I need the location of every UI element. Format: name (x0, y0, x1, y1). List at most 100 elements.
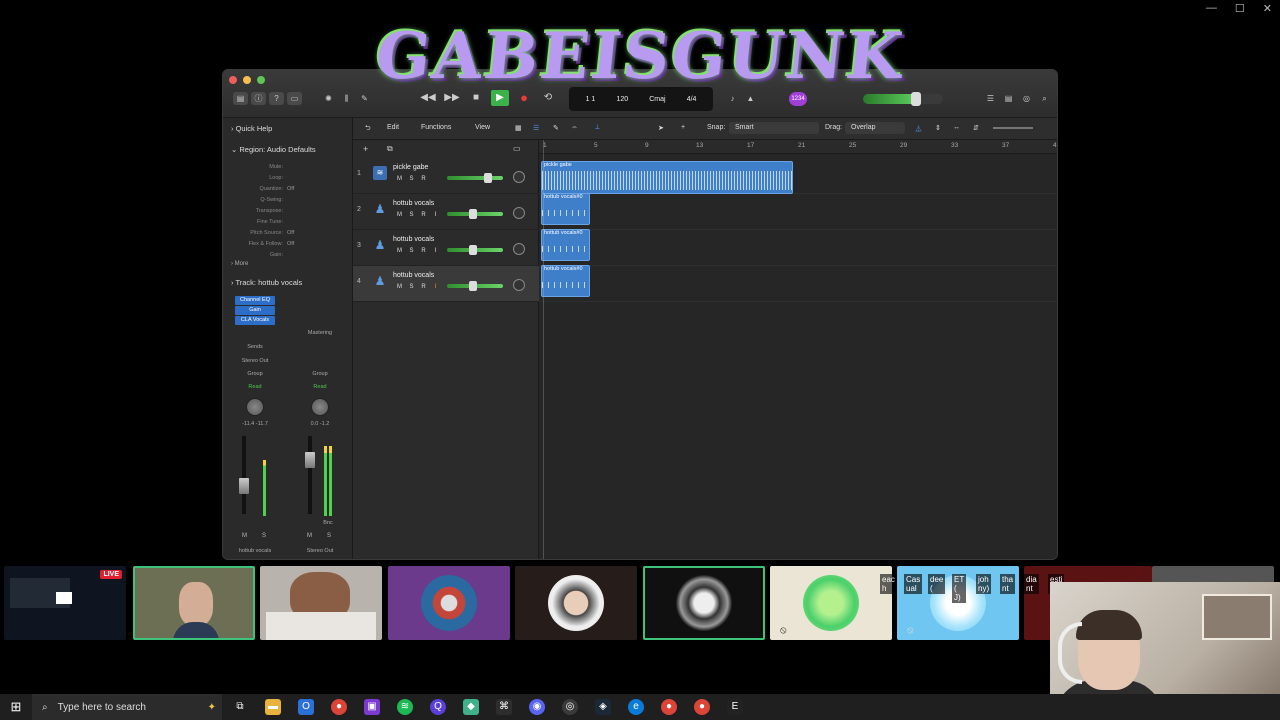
participant-tile[interactable] (388, 566, 510, 640)
count-in-badge[interactable]: 1234 (789, 92, 807, 106)
track-solo-button[interactable]: S (407, 212, 416, 218)
notepad-icon[interactable]: ▤ (1001, 92, 1016, 105)
outlook-icon[interactable]: O (298, 699, 314, 715)
add-track-icon[interactable]: + (363, 144, 368, 154)
close-dot[interactable] (229, 76, 237, 84)
minimize-dot[interactable] (243, 76, 251, 84)
fader-right[interactable] (305, 452, 315, 468)
file-explorer-icon[interactable]: ▬ (265, 699, 281, 715)
arrange-area[interactable]: 1591317212529333741 pickle gabehottub vo… (539, 140, 1057, 559)
participant-tile[interactable] (260, 566, 382, 640)
steam-icon[interactable]: ◈ (595, 699, 611, 715)
edit-menu[interactable]: Edit (387, 124, 399, 131)
vocal-track-icon[interactable]: ♟ (373, 238, 387, 252)
windows-start-icon[interactable]: ⊞ (0, 694, 32, 720)
library-icon[interactable]: ▤ (233, 92, 248, 105)
quick-help-icon[interactable]: ? (269, 92, 284, 105)
vocal-region[interactable]: hottub vocals#0 (541, 193, 590, 225)
group-slot-left[interactable]: Group (235, 371, 275, 377)
vocal-region[interactable]: hottub vocals#0 (541, 229, 590, 261)
master-volume-slider[interactable] (863, 92, 943, 106)
vocal-track-icon[interactable]: ♟ (373, 202, 387, 216)
track-input-button[interactable]: I (431, 212, 440, 218)
plugin-slot[interactable]: Gain (235, 306, 275, 315)
lcd-display[interactable]: 1 1 120 Cmaj 4/4 (569, 87, 713, 111)
quick-help-row[interactable]: › Quick Help (231, 124, 272, 133)
duplicate-track-icon[interactable]: ⧉ (387, 144, 393, 154)
drag-select[interactable]: Overlap (845, 122, 905, 134)
region-param-row[interactable]: Flex & Follow: Off (223, 239, 353, 250)
track-name[interactable]: hottub vocals (393, 200, 434, 207)
close-button[interactable]: ✕ (1263, 2, 1272, 15)
snap-select[interactable]: Smart (729, 122, 819, 134)
mute-button-right[interactable]: M (307, 533, 312, 539)
back-icon[interactable]: ⮌ (365, 124, 371, 135)
volume-knob[interactable] (468, 281, 477, 291)
stop-icon[interactable]: ■ (467, 90, 485, 106)
inspector-icon[interactable]: ⓘ (251, 92, 266, 105)
play-icon[interactable]: ▶ (491, 90, 509, 106)
participant-tile[interactable]: ⦸ (770, 566, 892, 640)
audio-track-icon[interactable]: ≋ (373, 166, 387, 180)
browser-icon[interactable]: ⌕ (1037, 92, 1052, 105)
cross-tool-icon[interactable]: + (681, 124, 685, 131)
vertical-zoom-icon[interactable]: ⇕ (935, 124, 941, 132)
horizontal-zoom-icon[interactable]: ↔ (953, 124, 960, 131)
track-record-button[interactable]: R (419, 284, 428, 290)
fader-left[interactable] (239, 478, 249, 494)
track-pan-knob[interactable] (513, 207, 525, 219)
zoom-slider[interactable] (993, 127, 1033, 129)
track-record-button[interactable]: R (419, 176, 428, 182)
maximize-button[interactable]: ☐ (1235, 2, 1245, 15)
track-mute-button[interactable]: M (395, 176, 404, 182)
twitch-icon[interactable]: ▣ (364, 699, 380, 715)
grid-view-icon[interactable]: ▦ (515, 124, 522, 132)
pencil-tool-icon[interactable]: ✎ (553, 124, 559, 132)
track-header[interactable]: 1 ≋ pickle gabe M S R (353, 158, 539, 194)
cycle-icon[interactable]: ⟲ (539, 90, 557, 106)
audio-region[interactable]: pickle gabe (541, 161, 793, 194)
plugin-slot[interactable]: Channel EQ (235, 296, 275, 305)
track-header[interactable]: 2 ♟ hottub vocals M S R I (353, 194, 539, 230)
track-volume-slider[interactable] (447, 209, 503, 219)
metronome-icon[interactable]: ▲ (743, 92, 758, 105)
participant-tile[interactable] (133, 566, 255, 640)
track-solo-button[interactable]: S (407, 284, 416, 290)
functions-menu[interactable]: Functions (421, 124, 451, 131)
track-mute-button[interactable]: M (395, 248, 404, 254)
track-mute-button[interactable]: M (395, 212, 404, 218)
track-header[interactable]: 4 ♟ hottub vocals M S R I (353, 266, 539, 302)
chrome-icon[interactable]: ● (331, 699, 347, 715)
pointer-tool-icon[interactable]: ➤ (658, 124, 664, 132)
track-name[interactable]: hottub vocals (393, 272, 434, 279)
bounce-button[interactable]: Bnc (308, 520, 348, 526)
participant-tile[interactable] (515, 566, 637, 640)
track-volume-slider[interactable] (447, 173, 503, 183)
fit-icon[interactable]: ⇵ (973, 124, 979, 132)
track-name[interactable]: hottub vocals (393, 236, 434, 243)
spotify-icon[interactable]: ≋ (397, 699, 413, 715)
list-view-icon[interactable]: ☰ (533, 124, 539, 132)
track-solo-button[interactable]: S (407, 248, 416, 254)
track-header[interactable]: 3 ♟ hottub vocals M S R I (353, 230, 539, 266)
obs-icon[interactable]: ◎ (562, 699, 578, 715)
forward-icon[interactable]: ▶▶ (443, 90, 461, 106)
chrome-profile-icon[interactable]: ● (661, 699, 677, 715)
vocal-region[interactable]: hottub vocals#0 (541, 265, 590, 297)
participant-tile[interactable] (643, 566, 765, 640)
region-param-row[interactable]: Fine Tune: (223, 217, 353, 228)
waveform-zoom-icon[interactable]: ⏅ (915, 124, 922, 134)
track-mute-button[interactable]: M (395, 284, 404, 290)
view-menu[interactable]: View (475, 124, 490, 131)
terminal-icon[interactable]: ⌘ (496, 699, 512, 715)
track-pan-knob[interactable] (513, 171, 525, 183)
output-slot[interactable]: Stereo Out (235, 358, 275, 364)
automation-read-right[interactable]: Read (300, 384, 340, 390)
track-record-button[interactable]: R (419, 248, 428, 254)
track-solo-button[interactable]: S (407, 176, 416, 182)
vocal-track-icon[interactable]: ♟ (373, 274, 387, 288)
loop-browser-icon[interactable]: ◎ (1019, 92, 1034, 105)
volume-knob[interactable] (468, 245, 477, 255)
zoom-dot[interactable] (257, 76, 265, 84)
more-row[interactable]: › More (231, 261, 248, 267)
